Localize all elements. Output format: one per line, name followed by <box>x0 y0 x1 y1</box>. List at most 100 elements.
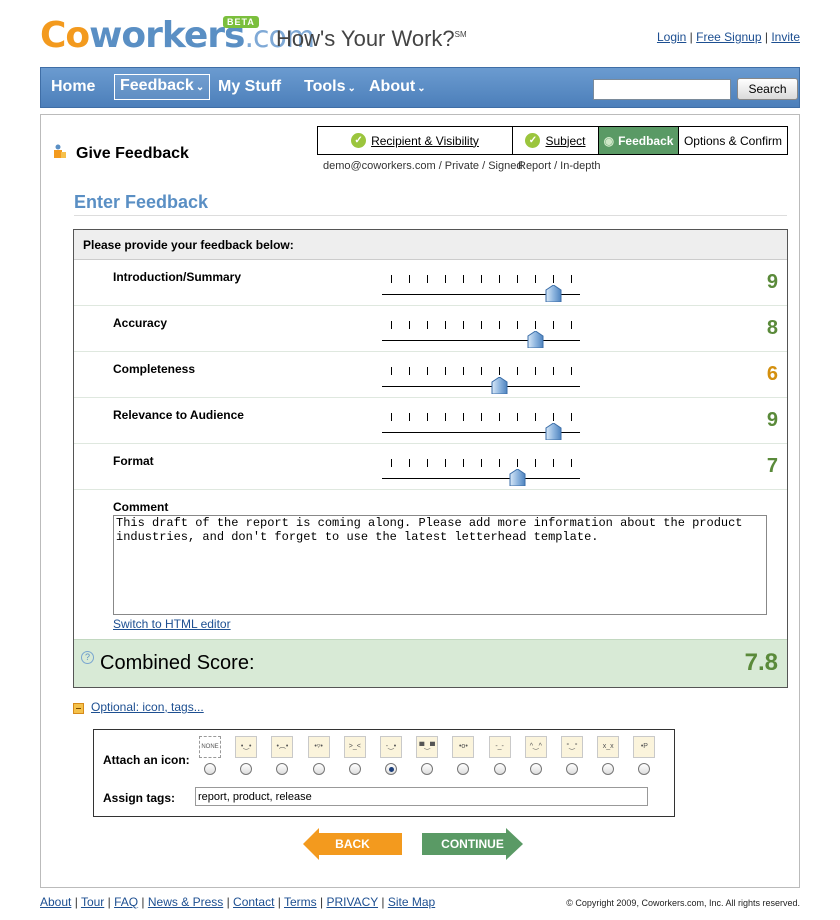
nav-about-label: About <box>369 78 416 95</box>
slider-tick <box>391 367 392 375</box>
cool-face-icon[interactable]: ▀‿▀ <box>416 736 439 758</box>
icon-radio[interactable] <box>638 763 651 775</box>
icon-option[interactable]: NONE <box>197 736 223 775</box>
rating-slider[interactable] <box>382 459 580 486</box>
footer-faq[interactable]: FAQ <box>114 895 138 909</box>
step-sub-subject: Report / In-depth <box>518 160 601 172</box>
logo-letter-o: o <box>65 15 90 56</box>
slider-tick <box>391 459 392 467</box>
slider-thumb[interactable] <box>509 469 526 486</box>
nav-about[interactable]: About ⌄ <box>369 77 426 99</box>
angel-face-icon[interactable]: °‿° <box>561 736 583 758</box>
icon-radio[interactable] <box>204 763 216 775</box>
dead-face-icon[interactable]: x_x <box>597 736 620 758</box>
icon-option[interactable]: ▀‿▀ <box>414 736 440 775</box>
icon-radio[interactable] <box>602 763 615 775</box>
icon-option[interactable]: x_x <box>595 736 621 775</box>
step-options-label: Options & Confirm <box>683 133 783 148</box>
slider-tick <box>571 413 572 421</box>
icon-radio[interactable] <box>566 763 578 775</box>
slider-tick <box>517 413 518 421</box>
grin-face-icon[interactable]: •▿• <box>307 736 330 758</box>
nav-tools[interactable]: Tools ⌄ <box>304 77 356 99</box>
rating-slider[interactable] <box>382 275 580 302</box>
footer-news-press[interactable]: News & Press <box>148 895 223 909</box>
slider-tick <box>463 367 464 375</box>
tags-input[interactable] <box>195 787 648 806</box>
icon-option[interactable]: •‿• <box>233 736 259 775</box>
nav-my-stuff[interactable]: My Stuff <box>218 77 281 97</box>
search-input[interactable] <box>593 79 731 100</box>
icon-option[interactable]: >_< <box>342 736 368 775</box>
back-button[interactable]: BACK <box>303 828 402 860</box>
icon-option[interactable]: •︵• <box>269 736 295 775</box>
footer-contact[interactable]: Contact <box>233 895 274 909</box>
slider-tick <box>553 459 554 467</box>
nav-feedback[interactable]: Feedback ⌄ <box>114 74 211 100</box>
icon-option[interactable]: •o• <box>450 736 476 775</box>
icon-radio[interactable] <box>276 763 289 775</box>
wink-face-icon[interactable]: -‿• <box>380 736 402 758</box>
footer-tour[interactable]: Tour <box>81 895 104 909</box>
combined-score-label: Combined Score: <box>100 652 255 674</box>
tongue-face-icon[interactable]: •P <box>633 736 656 758</box>
slider-tick <box>427 459 428 467</box>
footer-terms[interactable]: Terms <box>284 895 317 909</box>
step-recipient-visibility[interactable]: ✓ Recipient & Visibility <box>318 127 513 154</box>
slider-tick <box>499 367 500 375</box>
footer-privacy[interactable]: PRIVACY <box>326 895 378 909</box>
icon-radio[interactable] <box>348 763 361 775</box>
icon-radio[interactable] <box>457 763 470 775</box>
invite-link[interactable]: Invite <box>771 30 800 44</box>
icon-option[interactable]: °‿° <box>559 736 585 775</box>
comment-textarea[interactable]: This draft of the report is coming along… <box>113 515 767 615</box>
rating-slider[interactable] <box>382 321 580 348</box>
smile-face-icon[interactable]: •‿• <box>235 736 258 758</box>
slider-thumb[interactable] <box>491 377 508 394</box>
main-nav: Home Feedback ⌄ My Stuff Tools ⌄ About ⌄ Se… <box>40 67 800 108</box>
nav-home[interactable]: Home <box>51 77 95 97</box>
slider-tick <box>427 367 428 375</box>
angry-face-icon[interactable]: >_< <box>343 736 366 758</box>
tired-face-icon[interactable]: -_- <box>488 736 511 758</box>
icon-radio[interactable] <box>240 763 253 775</box>
collapse-icon[interactable] <box>73 703 84 714</box>
slider-thumb[interactable] <box>545 423 562 440</box>
icon-option[interactable]: -‿• <box>378 736 404 775</box>
login-link[interactable]: Login <box>657 30 686 44</box>
icon-option[interactable]: •▿• <box>306 736 332 775</box>
beta-badge: BETA <box>223 16 259 28</box>
step-subject[interactable]: ✓ Subject <box>513 127 599 154</box>
slider-thumb[interactable] <box>545 285 562 302</box>
step-recipient-link[interactable]: Recipient & Visibility <box>371 134 479 148</box>
coworkers-logo[interactable]: Coworkers.com BETA <box>40 15 315 56</box>
icon-radio[interactable] <box>312 763 325 775</box>
optional-icon-tags-link[interactable]: Optional: icon, tags... <box>91 700 204 714</box>
slider-tick <box>445 367 446 375</box>
surprised-face-icon[interactable]: •o• <box>452 736 475 758</box>
none-face-icon[interactable]: NONE <box>199 736 221 758</box>
slider-thumb[interactable] <box>527 331 544 348</box>
free-signup-link[interactable]: Free Signup <box>696 30 761 44</box>
footer-site-map[interactable]: Site Map <box>388 895 435 909</box>
help-icon[interactable]: ? <box>81 651 94 664</box>
footer-about[interactable]: About <box>40 895 71 909</box>
icon-option[interactable]: -_- <box>487 736 513 775</box>
search-button[interactable]: Search <box>737 78 798 100</box>
icon-radio[interactable] <box>529 763 542 775</box>
rating-slider[interactable] <box>382 413 580 440</box>
icon-option[interactable]: ^‿^ <box>523 736 549 775</box>
slider-tick <box>427 413 428 421</box>
combined-score-value: 7.8 <box>744 649 778 676</box>
icon-option[interactable]: •P <box>631 736 657 775</box>
continue-button[interactable]: CONTINUE <box>422 828 523 860</box>
step-subject-link[interactable]: Subject <box>545 134 585 148</box>
icon-radio[interactable] <box>385 763 397 775</box>
slider-tick <box>517 367 518 375</box>
switch-html-editor-link[interactable]: Switch to HTML editor <box>113 617 231 631</box>
rating-slider[interactable] <box>382 367 580 394</box>
frown-face-icon[interactable]: •︵• <box>271 736 294 758</box>
icon-radio[interactable] <box>493 763 506 775</box>
blush-face-icon[interactable]: ^‿^ <box>524 736 547 758</box>
icon-radio[interactable] <box>421 763 434 775</box>
